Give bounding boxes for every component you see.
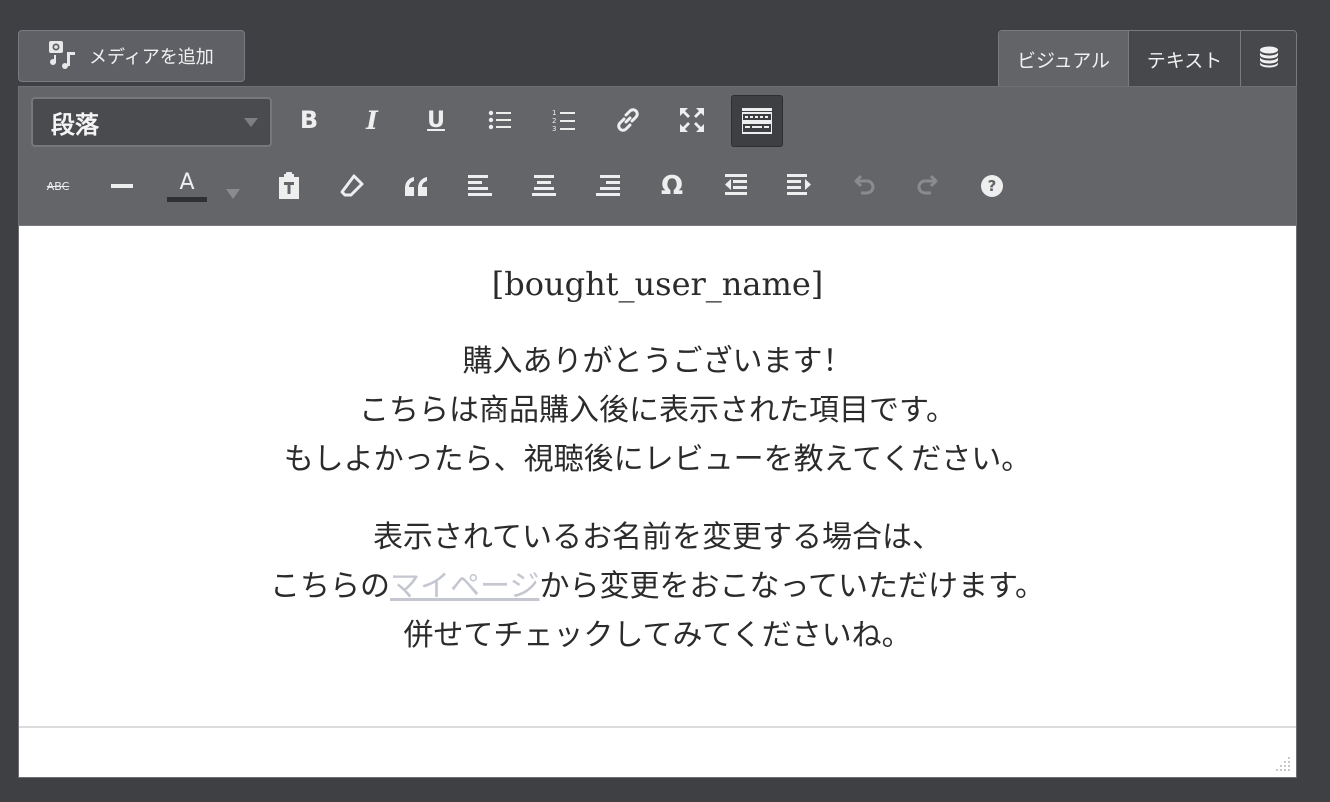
svg-text:2: 2 — [552, 117, 556, 125]
horizontal-line-button[interactable] — [97, 161, 147, 211]
format-select[interactable]: 段落 — [31, 97, 272, 147]
underline-icon: U — [427, 107, 445, 133]
indent-button[interactable] — [775, 161, 825, 211]
database-icon — [1259, 46, 1279, 73]
tab-text[interactable]: テキスト — [1129, 31, 1241, 87]
tab-database[interactable] — [1241, 31, 1296, 87]
help-icon: ? — [980, 174, 1004, 198]
svg-text:3: 3 — [552, 125, 556, 132]
redo-icon — [915, 173, 941, 199]
editor: 段落 B I U 1 2 3 ABC A Ω ? [bought_user_na… — [18, 86, 1297, 778]
fullscreen-icon — [679, 107, 705, 133]
bullet-list-button[interactable] — [475, 95, 525, 145]
italic-button[interactable]: I — [347, 95, 397, 145]
horizontal-line-icon — [111, 184, 133, 188]
paragraph-text: から変更をおこなっていただけます。 — [539, 569, 1045, 604]
paragraph-line: 購入ありがとうございます！ — [462, 344, 853, 379]
tab-visual[interactable]: ビジュアル — [999, 31, 1129, 87]
paste-text-button[interactable] — [264, 161, 314, 211]
bullet-list-icon — [488, 109, 512, 131]
align-right-button[interactable] — [583, 161, 633, 211]
add-media-label: メディアを追加 — [89, 47, 214, 68]
blockquote-icon — [403, 176, 429, 196]
fullscreen-button[interactable] — [667, 95, 717, 145]
text-color-dropdown[interactable] — [221, 169, 245, 219]
toolbar-toggle-icon — [742, 108, 772, 134]
align-center-button[interactable] — [519, 161, 569, 211]
strikethrough-icon: ABC — [46, 179, 70, 193]
mypage-link[interactable]: マイページ — [390, 569, 539, 604]
paragraph-line: 併せてチェックしてみてくださいね。 — [403, 618, 912, 653]
italic-icon: I — [366, 105, 378, 135]
clear-formatting-icon — [339, 173, 365, 199]
align-left-button[interactable] — [455, 161, 505, 211]
add-media-icon — [47, 38, 79, 75]
indent-icon — [787, 174, 813, 198]
add-media-button[interactable]: メディアを追加 — [18, 30, 245, 82]
editor-statusbar — [19, 726, 1296, 777]
text-color-icon: A — [167, 170, 207, 202]
redo-button[interactable] — [903, 161, 953, 211]
resize-handle-icon[interactable] — [1275, 756, 1291, 772]
paragraph-name-change: 表示されているお名前を変更する場合は、 こちらのマイページから変更をおこなってい… — [19, 513, 1296, 660]
text-color-swatch — [167, 196, 207, 202]
chevron-down-icon — [244, 118, 258, 127]
paragraph-line: 表示されているお名前を変更する場合は、 — [372, 520, 943, 555]
shortcode-text: [bought_user_name] — [491, 265, 824, 303]
format-select-value: 段落 — [51, 110, 99, 139]
special-character-button[interactable]: Ω — [647, 161, 697, 211]
undo-icon — [851, 173, 877, 199]
outdent-button[interactable] — [711, 161, 761, 211]
outdent-icon — [723, 174, 749, 198]
paragraph-line: こちらのマイページから変更をおこなっていただけます。 — [19, 562, 1296, 611]
editor-toolbar: 段落 B I U 1 2 3 ABC A Ω ? — [19, 87, 1296, 226]
blockquote-button[interactable] — [391, 161, 441, 211]
paragraph-line: こちらは商品購入後に表示された項目です。 — [359, 393, 956, 428]
chevron-down-icon — [226, 189, 240, 199]
align-left-icon — [468, 175, 492, 197]
link-icon — [614, 106, 642, 134]
clear-formatting-button[interactable] — [327, 161, 377, 211]
toolbar-toggle-button[interactable] — [731, 95, 783, 147]
text-color-button[interactable]: A — [161, 161, 213, 211]
align-right-icon — [596, 175, 620, 197]
editor-tabs: ビジュアル テキスト — [998, 30, 1297, 87]
paragraph-text: こちらの — [270, 569, 391, 604]
numbered-list-button[interactable]: 1 2 3 — [539, 95, 589, 145]
undo-button[interactable] — [839, 161, 889, 211]
help-button[interactable]: ? — [967, 161, 1017, 211]
link-button[interactable] — [603, 95, 653, 145]
paragraph-thanks: 購入ありがとうございます！ こちらは商品購入後に表示された項目です。 もしよかっ… — [19, 337, 1296, 484]
special-character-icon: Ω — [660, 171, 684, 201]
underline-button[interactable]: U — [411, 95, 461, 145]
bold-button[interactable]: B — [284, 95, 334, 145]
paste-text-icon — [276, 172, 302, 200]
strikethrough-button[interactable]: ABC — [33, 161, 83, 211]
bold-icon: B — [299, 106, 319, 134]
editor-content[interactable]: [bought_user_name] 購入ありがとうございます！ こちらは商品購… — [19, 226, 1296, 726]
numbered-list-icon: 1 2 3 — [552, 108, 576, 132]
svg-text:1: 1 — [552, 109, 556, 117]
paragraph-line: もしよかったら、視聴後にレビューを教えてください。 — [283, 442, 1032, 477]
svg-text:?: ? — [988, 177, 997, 195]
align-center-icon — [532, 175, 556, 197]
